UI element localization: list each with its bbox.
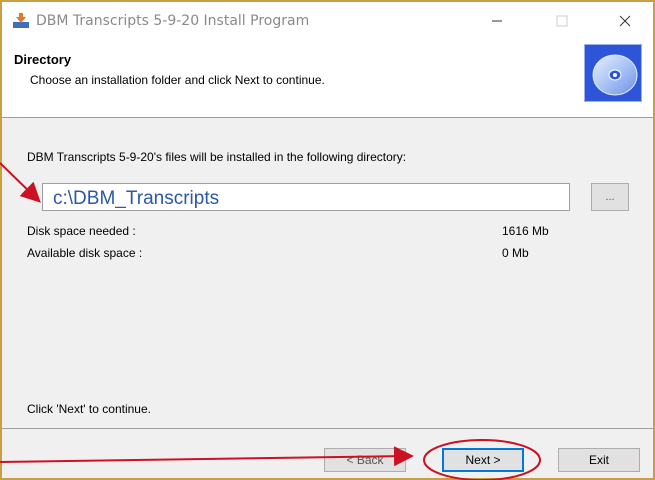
exit-button[interactable]: Exit (558, 448, 640, 472)
browse-button[interactable]: ... (591, 183, 629, 211)
directory-field[interactable] (42, 183, 570, 211)
title-bar: DBM Transcripts 5-9-20 Install Program (2, 2, 653, 40)
installer-window: DBM Transcripts 5-9-20 Install Program D… (0, 0, 655, 480)
main-panel: DBM Transcripts 5-9-20's files will be i… (2, 118, 653, 428)
disk-available-value: 0 Mb (502, 246, 529, 260)
next-button[interactable]: Next > (442, 448, 524, 472)
disk-available-label: Available disk space : (27, 246, 143, 260)
close-icon[interactable] (602, 6, 648, 36)
footer-divider (2, 428, 653, 429)
minimize-icon[interactable] (474, 6, 520, 36)
back-button[interactable]: < Back (324, 448, 406, 472)
page-title: Directory (14, 52, 72, 67)
disk-needed-value: 1616 Mb (502, 224, 549, 238)
page-subtitle: Choose an installation folder and click … (30, 73, 325, 87)
maximize-icon[interactable] (539, 6, 585, 36)
installer-icon (12, 12, 30, 30)
window-title: DBM Transcripts 5-9-20 Install Program (36, 13, 310, 29)
disk-needed-label: Disk space needed : (27, 224, 136, 238)
page-header: Directory Choose an installation folder … (2, 40, 653, 118)
continue-hint: Click 'Next' to continue. (27, 402, 151, 416)
directory-intro-text: DBM Transcripts 5-9-20's files will be i… (27, 150, 407, 164)
disc-icon (584, 44, 642, 102)
